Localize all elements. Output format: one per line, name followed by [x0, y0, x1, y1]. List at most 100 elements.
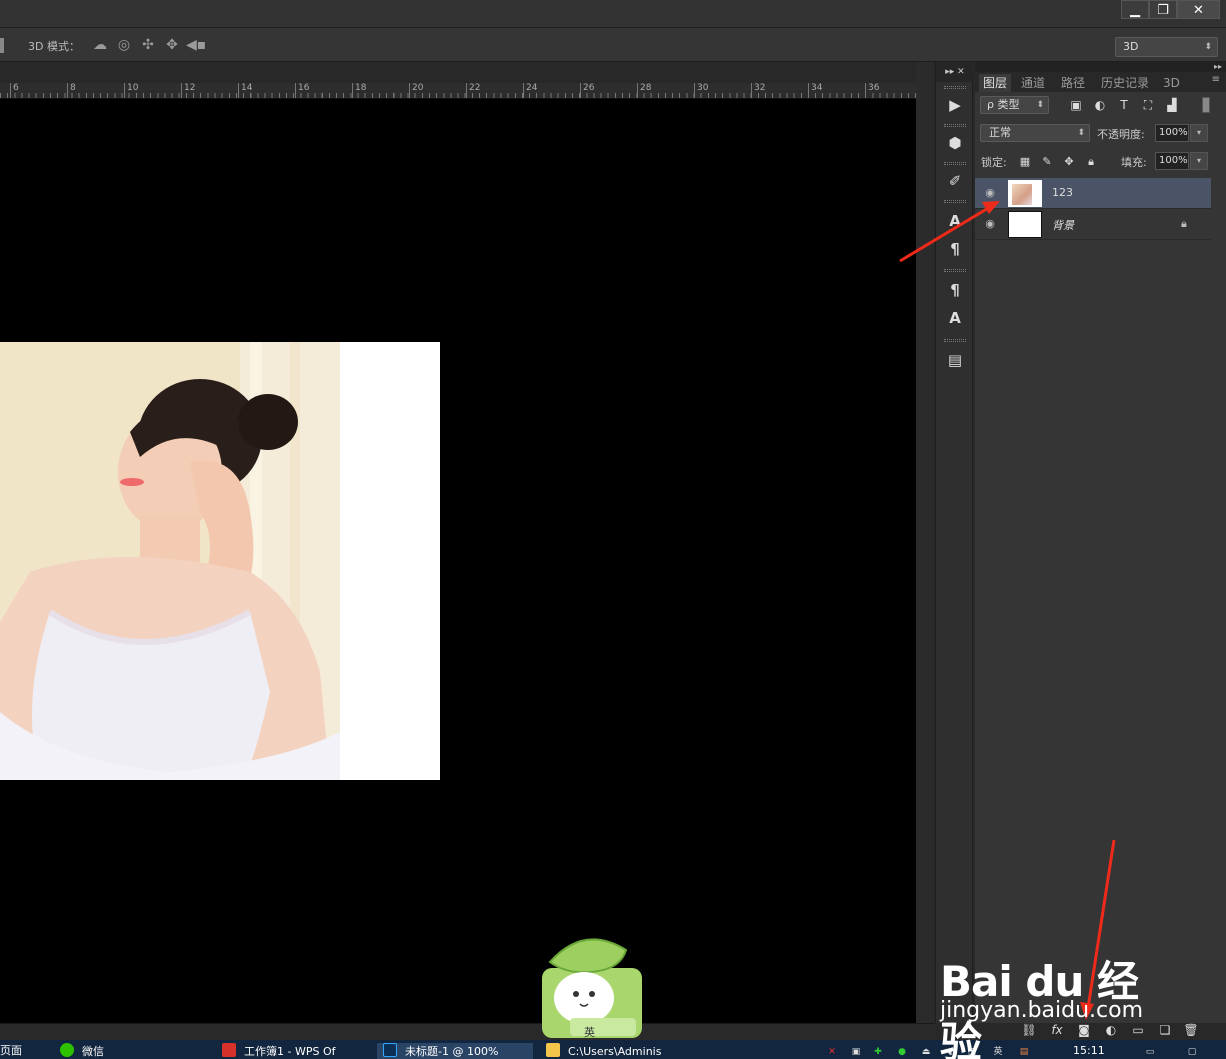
- opacity-dropdown-icon[interactable]: ▾: [1190, 124, 1208, 142]
- 3d-cube-icon[interactable]: ⬢: [939, 130, 971, 156]
- layer-photo[interactable]: [0, 342, 340, 780]
- tray-app-icon[interactable]: ●: [896, 1046, 908, 1058]
- tray-app-icon[interactable]: ✚: [872, 1046, 884, 1058]
- tray-app-icon[interactable]: ✕: [826, 1046, 838, 1058]
- scale-3d-icon[interactable]: ◀▪: [186, 36, 206, 54]
- options-bar-grip[interactable]: [0, 38, 4, 53]
- lock-position-icon[interactable]: ✥: [1061, 155, 1077, 169]
- notes-icon[interactable]: ▤: [939, 347, 971, 373]
- image-filter-icon[interactable]: ▣: [1067, 97, 1085, 113]
- photoshop-icon: [383, 1043, 397, 1057]
- type-filter-icon[interactable]: T: [1115, 97, 1133, 113]
- title-bar: ▁ ❐ ✕: [0, 0, 1226, 28]
- portrait-photo: [0, 342, 340, 780]
- layer-thumbnail[interactable]: [1008, 211, 1042, 238]
- fill-field[interactable]: 100%: [1155, 152, 1189, 170]
- lock-icon: 🔒︎: [1181, 217, 1187, 230]
- ruler-label: 14: [238, 83, 252, 98]
- tab-history[interactable]: 历史记录: [1101, 74, 1149, 92]
- layer-row-background[interactable]: ◉ 背景 🔒︎: [975, 209, 1211, 240]
- workspace-select[interactable]: 3D ⬍: [1115, 37, 1218, 57]
- opacity-field[interactable]: 100%: [1155, 124, 1189, 142]
- ruler-label: 36: [865, 83, 879, 98]
- roll-3d-icon[interactable]: ◎: [114, 36, 134, 54]
- layer-filter-select[interactable]: ρ 类型 ⬍: [980, 96, 1049, 114]
- taskbar-item[interactable]: 页面: [0, 1043, 40, 1059]
- ruler-label: 10: [124, 83, 138, 98]
- vertical-scrollbar[interactable]: [916, 62, 934, 1023]
- horizontal-ruler[interactable]: 6 8 10 12 14 16 18 20 22 24 26 28 30 32 …: [0, 83, 916, 99]
- brush-tool-icon[interactable]: ✐: [939, 168, 971, 194]
- taskbar-item-wps[interactable]: 工作簿1 - WPS Of: [222, 1043, 362, 1059]
- paragraph-style-icon[interactable]: ¶: [939, 277, 971, 303]
- dock-header[interactable]: ▸▸ ✕: [936, 62, 974, 82]
- fill-dropdown-icon[interactable]: ▾: [1190, 152, 1208, 170]
- usb-icon[interactable]: ⏏: [920, 1046, 932, 1058]
- 3d-mode-label: 3D 模式：: [28, 40, 80, 53]
- character-style-icon[interactable]: A: [939, 305, 971, 331]
- show-desktop-icon[interactable]: ▢: [1186, 1046, 1198, 1058]
- tab-channels[interactable]: 通道: [1021, 74, 1045, 92]
- shape-filter-icon[interactable]: ⛶: [1139, 97, 1157, 113]
- delete-layer-icon[interactable]: 🗑︎: [1180, 1022, 1202, 1038]
- play-action-icon[interactable]: ▶: [939, 92, 971, 118]
- taskbar-item-label: 页面: [0, 1044, 22, 1057]
- dock-grip[interactable]: [944, 86, 966, 89]
- taskbar-item-photoshop[interactable]: 未标题-1 @ 100%: [377, 1043, 533, 1059]
- tab-layers[interactable]: 图层: [979, 74, 1012, 92]
- panel-menu-icon[interactable]: ≡: [1212, 74, 1220, 85]
- slide-3d-icon[interactable]: ✥: [162, 36, 182, 54]
- layer-thumbnail[interactable]: [1008, 180, 1042, 207]
- taskbar-item-label: 微信: [82, 1045, 104, 1058]
- dock-grip[interactable]: [944, 124, 966, 127]
- tab-3d[interactable]: 3D: [1163, 74, 1180, 92]
- panel-tabs: 图层 通道 路径 历史记录 3D ≡: [975, 72, 1226, 92]
- pan-3d-icon[interactable]: ✣: [138, 36, 158, 54]
- layer-name[interactable]: 背景: [1052, 217, 1074, 233]
- eye-icon[interactable]: ◉: [983, 186, 997, 200]
- watermark-url: jingyan.baidu.com: [940, 998, 1144, 1023]
- dock-grip[interactable]: [944, 200, 966, 203]
- eye-icon[interactable]: ◉: [983, 217, 997, 231]
- ruler-label: 34: [808, 83, 822, 98]
- ruler-label: 26: [580, 83, 594, 98]
- adjustment-filter-icon[interactable]: ◐: [1091, 97, 1109, 113]
- filter-toggle[interactable]: [1202, 97, 1210, 113]
- ruler-label: 30: [694, 83, 708, 98]
- panel-collapse-icon[interactable]: ▸▸: [975, 62, 1226, 72]
- character-A-icon[interactable]: A: [939, 208, 971, 234]
- layer-name[interactable]: 123: [1052, 186, 1073, 199]
- tab-paths[interactable]: 路径: [1061, 74, 1085, 92]
- lock-pixels-icon[interactable]: ✎: [1039, 155, 1055, 169]
- taskbar-item-label: 未标题-1 @ 100%: [405, 1045, 499, 1058]
- dock-grip[interactable]: [944, 339, 966, 342]
- taskbar-item-wechat[interactable]: 微信: [60, 1043, 180, 1059]
- document-canvas[interactable]: [0, 99, 916, 1023]
- dock-grip[interactable]: [944, 269, 966, 272]
- paragraph-icon[interactable]: ¶: [939, 236, 971, 262]
- layers-panel: ▸▸ 图层 通道 路径 历史记录 3D ≡ ρ 类型 ⬍ ▣ ◐ T ⛶ ▟ 正…: [975, 62, 1226, 1023]
- ime-mode-label: 英: [584, 1026, 595, 1039]
- restore-icon[interactable]: ❐: [1149, 0, 1177, 19]
- thumbnail-photo: [1012, 184, 1032, 205]
- lock-all-icon[interactable]: 🔒︎: [1083, 155, 1099, 169]
- status-bar: [0, 1023, 935, 1040]
- tray-app-icon[interactable]: ▣: [850, 1046, 862, 1058]
- blend-mode-select[interactable]: 正常 ⬍: [980, 124, 1090, 142]
- taskbar-item-explorer[interactable]: C:\Users\Adminis: [546, 1043, 696, 1059]
- rotate-3d-icon[interactable]: ☁: [90, 36, 110, 54]
- dock-grip[interactable]: [944, 162, 966, 165]
- smart-object-filter-icon[interactable]: ▟: [1163, 97, 1181, 113]
- lock-label: 锁定:: [981, 156, 1007, 169]
- ruler-label: 16: [295, 83, 309, 98]
- workspace-value: 3D: [1123, 40, 1139, 53]
- chevron-updown-icon: ⬍: [1036, 100, 1044, 110]
- minimize-icon[interactable]: ▁: [1121, 0, 1149, 19]
- ruler-label: 28: [637, 83, 651, 98]
- ruler-label: 6: [10, 83, 19, 98]
- ruler-label: 8: [67, 83, 76, 98]
- layer-row-123[interactable]: ◉ 123: [975, 178, 1211, 209]
- taskbar-item-label: 工作簿1 - WPS Of: [244, 1045, 336, 1058]
- close-icon[interactable]: ✕: [1177, 0, 1220, 19]
- lock-transparent-icon[interactable]: ▦: [1017, 155, 1033, 169]
